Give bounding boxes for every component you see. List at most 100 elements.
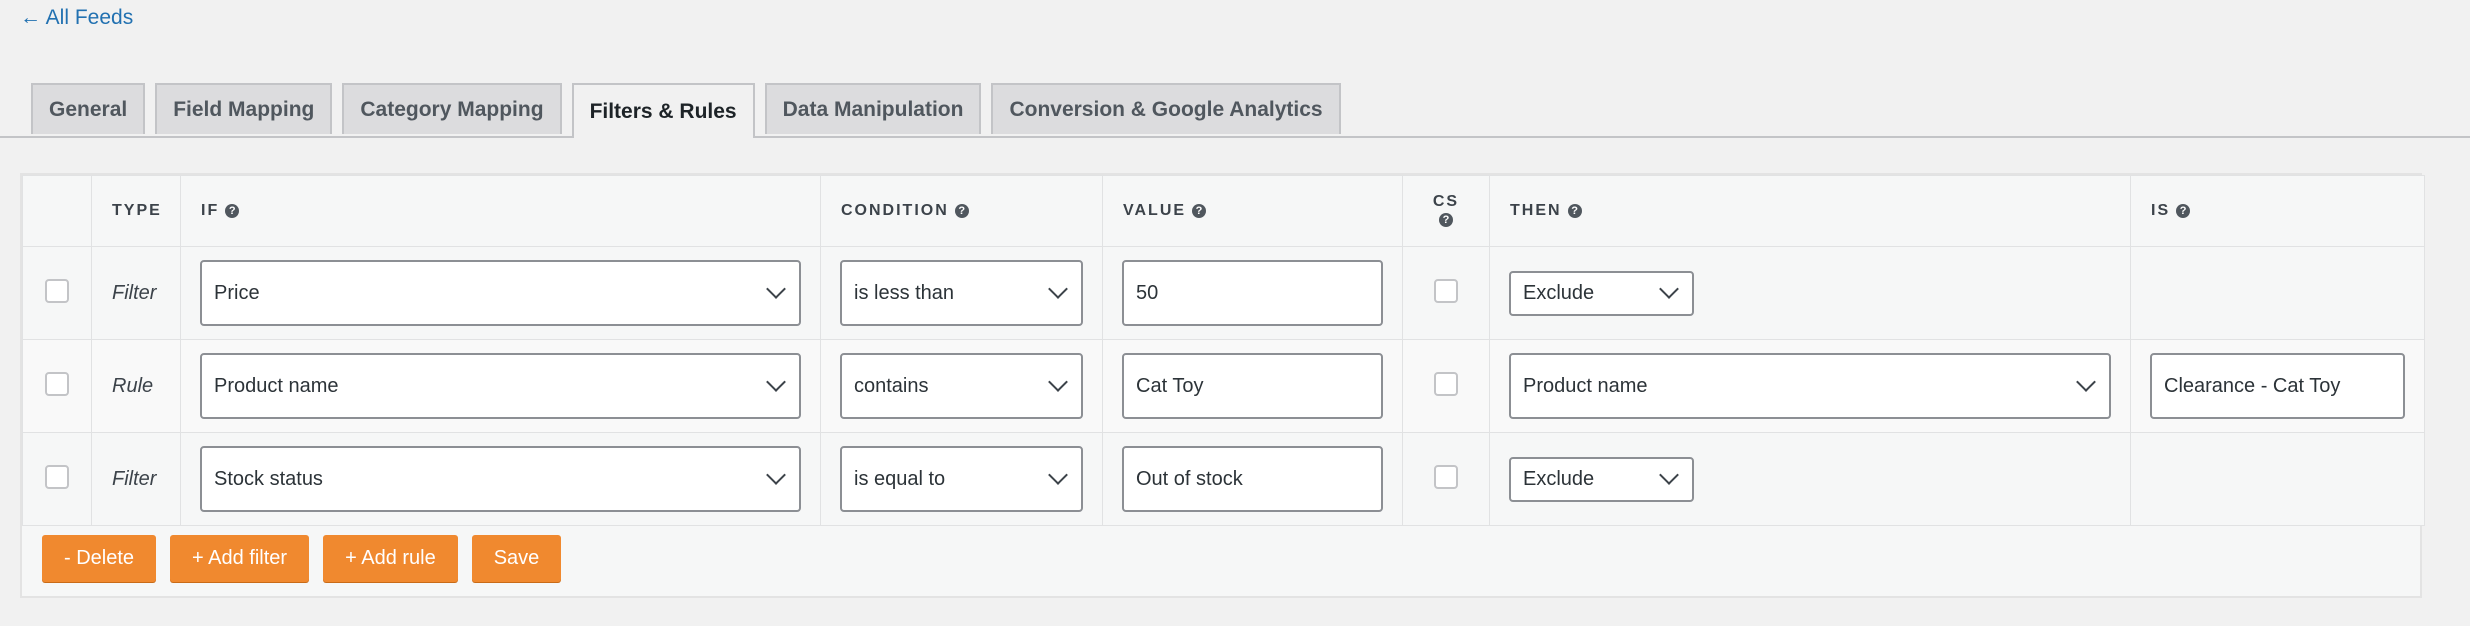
chevron-down-icon xyxy=(1048,279,1068,299)
table-row: Rule Product name contains Cat Toy Produ… xyxy=(22,339,2425,433)
value-cell: Out of stock xyxy=(1102,432,1403,526)
value-input[interactable]: Out of stock xyxy=(1122,446,1383,512)
delete-button[interactable]: - Delete xyxy=(42,535,157,582)
table-row: Filter Price is less than 50 Exclude xyxy=(22,246,2425,340)
table-actions: - Delete + Add filter + Add rule Save xyxy=(42,535,562,582)
value-input[interactable]: Cat Toy xyxy=(1122,353,1383,419)
help-icon[interactable]: ? xyxy=(225,204,240,218)
condition-cell: is equal to xyxy=(820,432,1103,526)
then-action-value: Exclude xyxy=(1523,281,1595,304)
chevron-down-icon xyxy=(1048,372,1068,392)
header-cs: CS? xyxy=(1402,175,1490,247)
header-is-label: IS xyxy=(2151,202,2171,219)
tab-category-mapping[interactable]: Category Mapping xyxy=(342,83,562,134)
chevron-down-icon xyxy=(766,465,786,485)
condition-cell: contains xyxy=(820,339,1103,433)
is-cell xyxy=(2130,246,2425,340)
then-cell: Exclude xyxy=(1489,432,2131,526)
if-cell: Price xyxy=(180,246,821,340)
cs-cell xyxy=(1402,339,1490,433)
case-sensitive-checkbox[interactable] xyxy=(1434,371,1458,396)
then-action-select[interactable]: Exclude xyxy=(1509,456,1694,502)
tabs-divider xyxy=(0,136,2470,138)
header-then: THEN? xyxy=(1489,175,2131,247)
row-type: Filter xyxy=(91,432,181,526)
is-cell xyxy=(2130,432,2425,526)
then-field-value: Product name xyxy=(1523,374,1648,397)
value-cell: Cat Toy xyxy=(1102,339,1403,433)
header-cs-label: CS xyxy=(1432,193,1460,210)
cs-cell xyxy=(1402,246,1490,340)
tab-general[interactable]: General xyxy=(31,83,146,134)
chevron-down-icon xyxy=(1659,279,1679,299)
if-field-select[interactable]: Product name xyxy=(200,353,801,419)
then-action-value: Exclude xyxy=(1523,467,1595,490)
header-value-label: VALUE xyxy=(1123,202,1187,219)
chevron-down-icon xyxy=(1048,465,1068,485)
if-field-select[interactable]: Stock status xyxy=(200,446,801,512)
filters-table: TYPE IF? CONDITION? VALUE? CS? THEN? IS?… xyxy=(22,175,2425,526)
tab-conversion-google-analytics[interactable]: Conversion & Google Analytics xyxy=(991,83,1341,134)
condition-value: is less than xyxy=(854,281,955,304)
chevron-down-icon xyxy=(766,279,786,299)
tab-bar: General Field Mapping Category Mapping F… xyxy=(31,83,2470,138)
row-checkbox[interactable] xyxy=(45,371,69,396)
row-checkbox[interactable] xyxy=(45,278,69,303)
help-icon[interactable]: ? xyxy=(2176,204,2191,218)
condition-value: contains xyxy=(854,374,929,397)
tab-field-mapping[interactable]: Field Mapping xyxy=(155,83,333,134)
header-condition-label: CONDITION xyxy=(841,202,949,219)
header-is: IS? xyxy=(2130,175,2425,247)
row-type: Rule xyxy=(91,339,181,433)
tab-data-manipulation[interactable]: Data Manipulation xyxy=(764,83,982,134)
value-input[interactable]: 50 xyxy=(1122,260,1383,326)
is-value-input[interactable]: Clearance - Cat Toy xyxy=(2150,353,2405,419)
header-if: IF? xyxy=(180,175,821,247)
help-icon[interactable]: ? xyxy=(1439,213,1453,227)
if-cell: Product name xyxy=(180,339,821,433)
if-field-select[interactable]: Price xyxy=(200,260,801,326)
table-header-row: TYPE IF? CONDITION? VALUE? CS? THEN? IS? xyxy=(22,175,2425,247)
condition-select[interactable]: contains xyxy=(840,353,1083,419)
case-sensitive-checkbox[interactable] xyxy=(1434,278,1458,303)
case-sensitive-checkbox[interactable] xyxy=(1434,464,1458,489)
if-field-value: Price xyxy=(214,281,260,304)
condition-cell: is less than xyxy=(820,246,1103,340)
help-icon[interactable]: ? xyxy=(954,204,969,218)
is-cell: Clearance - Cat Toy xyxy=(2130,339,2425,433)
row-checkbox[interactable] xyxy=(45,464,69,489)
filters-rules-panel: TYPE IF? CONDITION? VALUE? CS? THEN? IS?… xyxy=(20,173,2425,598)
condition-select[interactable]: is equal to xyxy=(840,446,1083,512)
chevron-down-icon xyxy=(2076,372,2096,392)
row-select-cell xyxy=(22,339,92,433)
help-icon[interactable]: ? xyxy=(1567,204,1582,218)
then-cell: Exclude xyxy=(1489,246,2131,340)
if-cell: Stock status xyxy=(180,432,821,526)
if-field-value: Stock status xyxy=(214,467,323,490)
add-rule-button[interactable]: + Add rule xyxy=(323,535,458,582)
save-button[interactable]: Save xyxy=(471,535,562,582)
table-row: Filter Stock status is equal to Out of s… xyxy=(22,432,2425,526)
cs-cell xyxy=(1402,432,1490,526)
then-field-select[interactable]: Product name xyxy=(1509,353,2111,419)
header-condition: CONDITION? xyxy=(820,175,1103,247)
then-action-select[interactable]: Exclude xyxy=(1509,270,1694,316)
help-icon[interactable]: ? xyxy=(1192,204,1207,218)
add-filter-button[interactable]: + Add filter xyxy=(170,535,310,582)
header-then-label: THEN xyxy=(1510,202,1562,219)
row-select-cell xyxy=(22,246,92,340)
condition-select[interactable]: is less than xyxy=(840,260,1083,326)
header-type: TYPE xyxy=(91,175,181,247)
header-if-label: IF xyxy=(201,202,220,219)
chevron-down-icon xyxy=(1659,465,1679,485)
header-type-label: TYPE xyxy=(112,202,162,219)
row-select-cell xyxy=(22,432,92,526)
header-value: VALUE? xyxy=(1102,175,1403,247)
chevron-down-icon xyxy=(766,372,786,392)
header-select xyxy=(22,175,92,247)
then-cell: Product name xyxy=(1489,339,2131,433)
value-cell: 50 xyxy=(1102,246,1403,340)
all-feeds-link[interactable]: ← All Feeds xyxy=(20,6,133,30)
tab-filters-rules[interactable]: Filters & Rules xyxy=(571,83,755,138)
if-field-value: Product name xyxy=(214,374,339,397)
